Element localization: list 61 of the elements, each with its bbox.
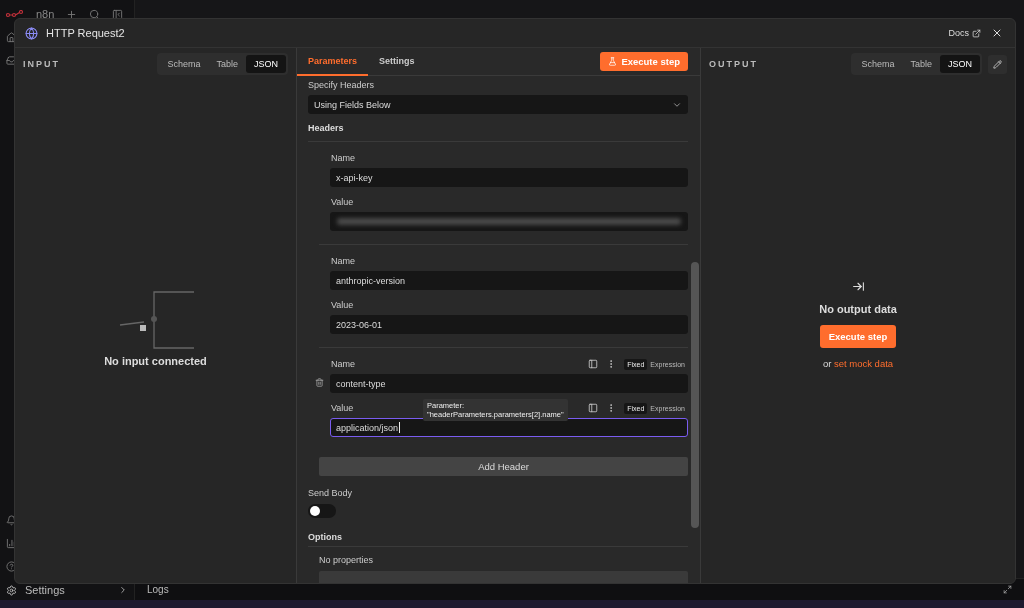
field-label: Name <box>331 153 355 163</box>
view-tab[interactable]: Schema <box>853 55 903 73</box>
empty-message: No input connected <box>104 355 207 367</box>
set-mock-data-link[interactable]: set mock data <box>833 357 894 369</box>
arrow-icon <box>851 279 865 293</box>
field-label: Value <box>331 197 354 207</box>
panel-icon[interactable] <box>588 403 599 413</box>
close-icon <box>991 27 1003 39</box>
docs-link[interactable]: Docs <box>948 28 981 38</box>
view-tab[interactable]: JSON <box>246 55 286 73</box>
help-icon[interactable] <box>6 561 17 572</box>
field-label: Name <box>331 256 355 266</box>
home-icon[interactable] <box>6 32 17 43</box>
mock-data-text: or set mock data <box>822 357 894 369</box>
name-input[interactable]: x-api-key <box>330 168 688 187</box>
trash-icon[interactable] <box>314 377 324 387</box>
panel-tab[interactable]: Settings <box>368 47 426 76</box>
value-input[interactable]: application/json <box>330 418 688 437</box>
bell-icon[interactable] <box>6 515 17 526</box>
field-label: Name <box>331 359 355 369</box>
logs-label[interactable]: Logs <box>147 584 169 595</box>
blurred-value-input[interactable] <box>330 212 688 231</box>
search-icon[interactable] <box>89 8 101 20</box>
name-input[interactable]: anthropic-version <box>330 271 688 290</box>
expand-icon[interactable] <box>1003 585 1012 594</box>
panel-tab[interactable]: Parameters <box>297 47 369 76</box>
empty-title: No output data <box>819 302 897 315</box>
globe-icon <box>25 26 38 40</box>
add-header-button[interactable]: Add Header <box>319 457 688 476</box>
pencil-icon <box>993 59 1002 69</box>
view-tab[interactable]: Schema <box>159 55 209 73</box>
logo-text: n8n <box>36 8 55 20</box>
view-tab[interactable]: Table <box>208 55 246 73</box>
scrollbar-thumb[interactable] <box>691 262 699 528</box>
plus-icon[interactable] <box>66 8 78 20</box>
value-input[interactable]: 2023-06-01 <box>330 315 688 334</box>
empty-options-text: No properties <box>318 554 375 565</box>
view-tab[interactable]: JSON <box>940 55 980 73</box>
settings-icon[interactable] <box>6 584 17 596</box>
section-label: Options <box>308 532 343 542</box>
panel-heading: INPUT <box>23 59 60 69</box>
external-link-icon <box>972 28 981 38</box>
field-label: Value <box>331 403 354 413</box>
node-title: HTTP Request2 <box>46 27 125 39</box>
chevron-icon <box>118 585 128 595</box>
panel-icon[interactable] <box>588 359 599 369</box>
edit-button[interactable] <box>988 54 1007 74</box>
send-body-switch[interactable] <box>308 504 336 518</box>
flask-icon <box>608 57 618 66</box>
headers-select[interactable]: Using Fields Below <box>308 95 688 114</box>
name-input[interactable]: content-type <box>330 374 688 393</box>
view-tab[interactable]: Table <box>902 55 940 73</box>
panel-heading: OUTPUT <box>709 59 758 69</box>
chart-icon[interactable] <box>6 538 17 549</box>
field-label: Specify Headers <box>308 80 376 90</box>
field-label: Value <box>331 300 354 310</box>
panel-icon[interactable] <box>112 8 124 20</box>
logo-icon <box>6 10 24 18</box>
settings-label[interactable]: Settings <box>25 584 65 596</box>
section-label: Headers <box>308 123 345 133</box>
field-label: Send Body <box>308 488 354 498</box>
